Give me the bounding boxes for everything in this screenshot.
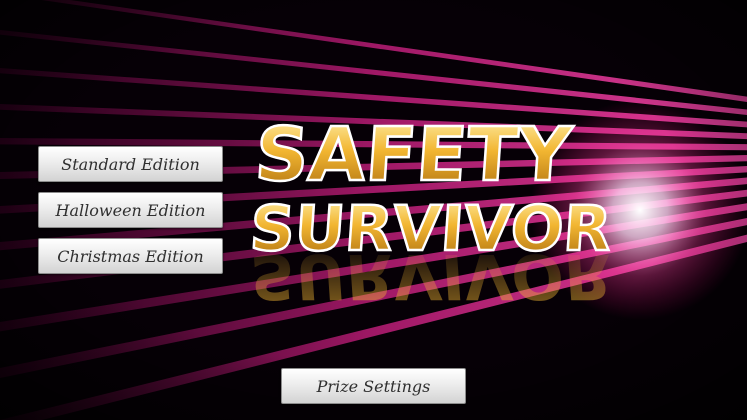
logo-reflection: SURVIVOR [250,240,614,313]
standard-edition-button[interactable]: Standard Edition [38,146,223,182]
christmas-edition-label: Christmas Edition [57,246,204,266]
prize-settings-label: Prize Settings [316,376,431,396]
logo-reflection-text: SURVIVOR [250,240,614,313]
christmas-edition-button[interactable]: Christmas Edition [38,238,223,274]
halloween-edition-label: Halloween Edition [55,200,206,220]
standard-edition-label: Standard Edition [61,154,200,174]
title-screen: SAFETY SURVIVOR SURVIVOR Standard Editio… [0,0,747,420]
halloween-edition-button[interactable]: Halloween Edition [38,192,223,228]
logo-line-safety: SAFETY [252,112,575,198]
prize-settings-button[interactable]: Prize Settings [281,368,466,404]
safety-survivor-logo: SAFETY SURVIVOR SURVIVOR [250,111,615,313]
